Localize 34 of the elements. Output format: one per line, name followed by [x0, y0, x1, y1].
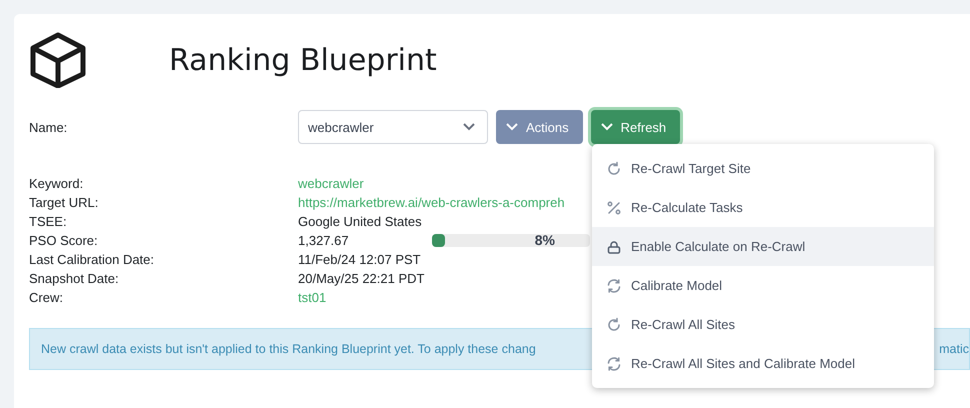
alert-text: New crawl data exists but isn't applied to this Ranking Blueprint yet. To apply these chang: [41, 342, 536, 356]
percent-icon: [606, 200, 622, 216]
cube-icon: [29, 32, 87, 88]
menu-item[interactable]: Enable Calculate on Re-Crawl: [592, 227, 934, 266]
lock-icon: [606, 238, 622, 254]
detail-label: Keyword:: [29, 175, 84, 193]
menu-item[interactable]: Calibrate Model: [592, 266, 934, 305]
detail-value: 11/Feb/24 12:07 PST: [298, 251, 421, 269]
detail-label: Snapshot Date:: [29, 270, 119, 288]
chevron-down-icon: [600, 123, 613, 131]
detail-value: Google United States: [298, 213, 422, 231]
detail-value: 20/May/25 22:21 PDT: [298, 270, 424, 288]
detail-label: Target URL:: [29, 194, 98, 212]
menu-item[interactable]: Re-Crawl Target Site: [592, 149, 934, 188]
menu-item[interactable]: Re-Crawl All Sites and Calibrate Model: [592, 344, 934, 383]
menu-item[interactable]: Re-Crawl All Sites: [592, 305, 934, 344]
detail-label: TSEE:: [29, 213, 67, 231]
alert-text: matic: [939, 342, 969, 356]
chevron-down-icon: [506, 123, 518, 131]
chevron-down-icon: [463, 123, 475, 131]
sync-icon: [606, 278, 622, 294]
detail-label: PSO Score:: [29, 232, 98, 250]
sync-icon: [606, 356, 622, 372]
rotate-icon: [606, 160, 622, 176]
refresh-button[interactable]: Refresh: [590, 110, 680, 144]
field-label: Name:: [29, 120, 68, 134]
menu-item[interactable]: Re-Calculate Tasks: [592, 188, 934, 227]
page-title: Ranking Blueprint: [169, 42, 437, 78]
progress-reading: 8%: [534, 234, 555, 247]
detail-label: Last Calibration Date:: [29, 251, 154, 269]
detail-value: 1,327.67: [298, 232, 350, 250]
rotate-icon: [606, 316, 622, 332]
name-select[interactable]: webcrawler: [298, 110, 488, 144]
detail-label: Crew:: [29, 289, 63, 307]
